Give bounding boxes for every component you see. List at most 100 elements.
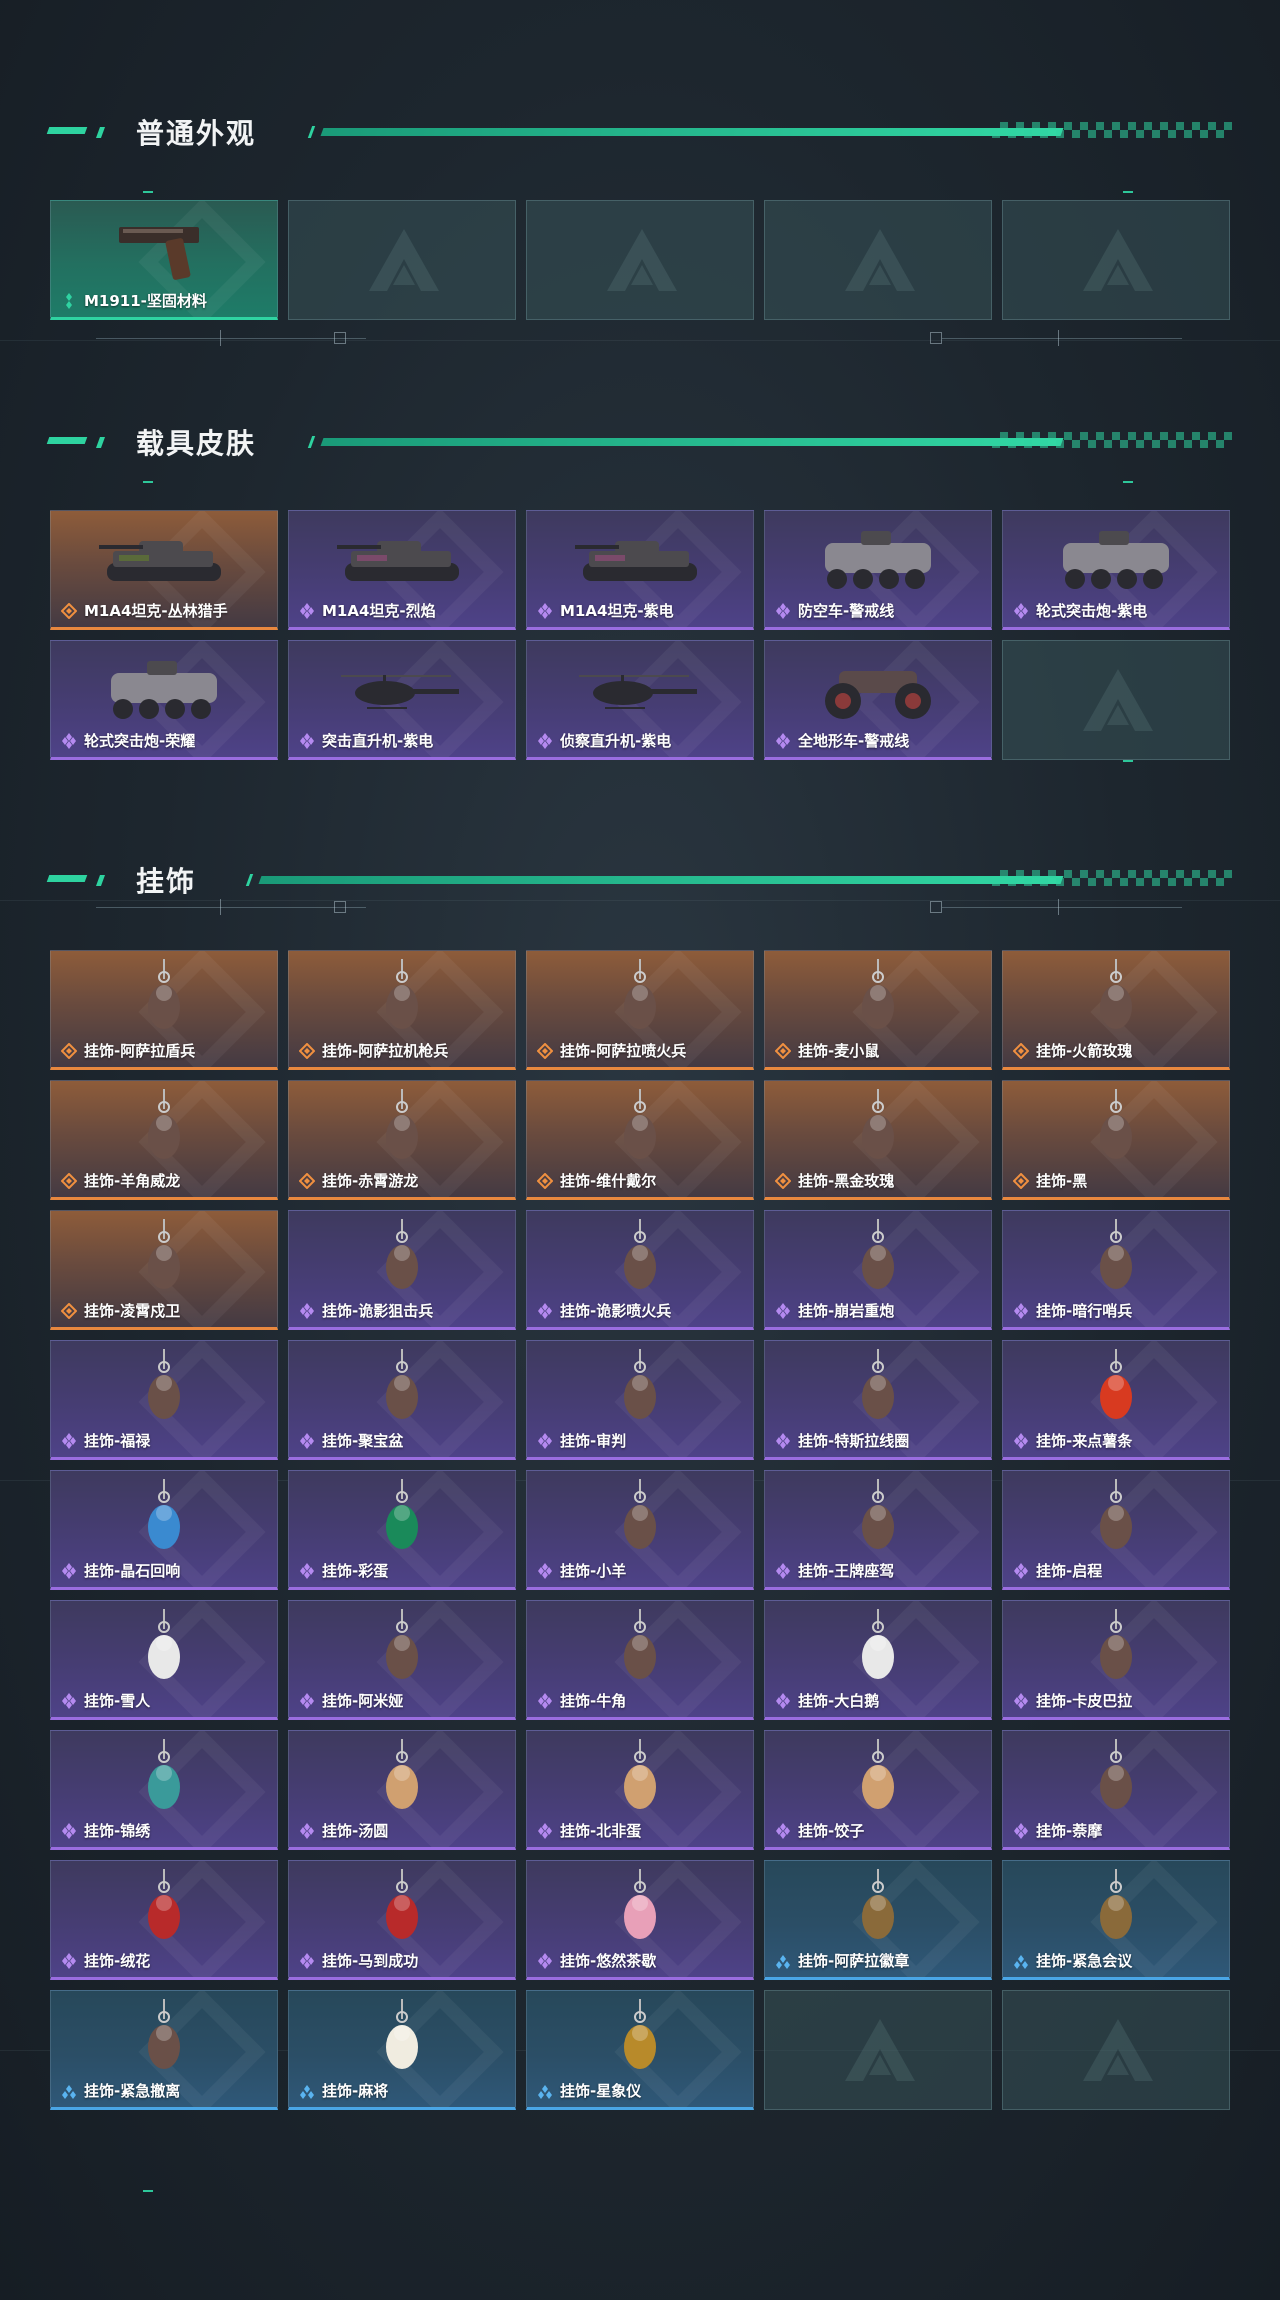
item-card[interactable]: 挂饰-王牌座驾 [764,1470,992,1590]
divider-line [96,338,366,339]
figure-charm-icon [386,1089,418,1159]
item-card[interactable]: 挂饰-马到成功 [288,1860,516,1980]
placeholder-logo-icon [369,229,439,291]
butterfly-charm-icon [148,1739,180,1809]
pistol-icon [119,227,199,280]
item-name: 轮式突击炮-紫电 [1036,602,1148,620]
item-name: 挂饰-麦小鼠 [798,1042,880,1060]
item-card[interactable]: 挂饰-诡影喷火兵 [526,1210,754,1330]
item-card[interactable]: 挂饰-悠然茶歇 [526,1860,754,1980]
item-name: 挂饰-牛角 [560,1692,627,1710]
item-card[interactable]: 挂饰-黑 [1002,1080,1230,1200]
item-card[interactable]: 挂饰-启程 [1002,1470,1230,1590]
rarity-legendary-icon [61,1043,77,1059]
item-card[interactable]: 挂饰-阿萨拉机枪兵 [288,950,516,1070]
fries-charm-icon [1100,1349,1132,1419]
item-name: 挂饰-凌霄戍卫 [84,1302,181,1320]
header-accent-tick [245,874,254,886]
item-name: 挂饰-紧急撤离 [84,2082,181,2100]
item-card[interactable]: 挂饰-审判 [526,1340,754,1460]
item-card[interactable]: 挂饰-福禄 [50,1340,278,1460]
item-card[interactable]: 挂饰-卡皮巴拉 [1002,1600,1230,1720]
item-card[interactable]: 侦察直升机-紫电 [526,640,754,760]
item-card[interactable]: 轮式突击炮-紫电 [1002,510,1230,630]
item-name: 挂饰-饺子 [798,1822,865,1840]
item-card[interactable]: 轮式突击炮-荣耀 [50,640,278,760]
badge-charm-icon [862,1869,894,1939]
empty-item-slot [764,1990,992,2110]
section-title: 挂饰 [136,865,197,898]
item-card[interactable]: 挂饰-晶石回响 [50,1470,278,1590]
item-card[interactable]: 防空车-警戒线 [764,510,992,630]
item-card[interactable]: 挂饰-大白鹅 [764,1600,992,1720]
divider-square [334,332,346,344]
item-card[interactable]: 挂饰-凌霄戍卫 [50,1210,278,1330]
item-card[interactable]: 挂饰-阿米娅 [288,1600,516,1720]
rarity-epic-icon [538,1823,552,1839]
item-name: 防空车-警戒线 [798,602,895,620]
tag-charm-icon [1100,1089,1132,1159]
item-name: 侦察直升机-紫电 [560,732,672,750]
item-card[interactable]: 挂饰-羊角威龙 [50,1080,278,1200]
item-card[interactable]: 挂饰-彩蛋 [288,1470,516,1590]
item-name: 挂饰-聚宝盆 [322,1432,404,1450]
item-card[interactable]: 挂饰-诡影狙击兵 [288,1210,516,1330]
item-card[interactable]: 挂饰-雪人 [50,1600,278,1720]
plane-charm-icon [862,1479,894,1549]
rarity-legendary-icon [537,1043,553,1059]
item-card[interactable]: 挂饰-汤圆 [288,1730,516,1850]
item-card[interactable]: 挂饰-萘摩 [1002,1730,1230,1850]
item-card[interactable]: 挂饰-特斯拉线圈 [764,1340,992,1460]
item-card[interactable]: 挂饰-维什戴尔 [526,1080,754,1200]
rarity-legendary-icon [61,1303,77,1319]
item-card[interactable]: M1911-坚固材料 [50,200,278,320]
item-card[interactable]: 挂饰-阿萨拉徽章 [764,1860,992,1980]
item-card[interactable]: 挂饰-牛角 [526,1600,754,1720]
header-accent-dash [95,127,106,138]
item-name: 挂饰-萘摩 [1036,1822,1103,1840]
rarity-epic-icon [300,603,314,619]
tank-icon [337,541,459,581]
item-card[interactable]: 挂饰-紧急撤离 [50,1990,278,2110]
item-card[interactable]: 挂饰-赤霄游龙 [288,1080,516,1200]
rarity-rare-icon [300,2085,314,2099]
item-card[interactable]: 挂饰-麦小鼠 [764,950,992,1070]
item-card[interactable]: 挂饰-麻将 [288,1990,516,2110]
item-card[interactable]: 突击直升机-紫电 [288,640,516,760]
header-accent-tick [307,436,316,448]
item-card[interactable]: 挂饰-黑金玫瑰 [764,1080,992,1200]
item-card[interactable]: 挂饰-小羊 [526,1470,754,1590]
item-name: 挂饰-审判 [560,1432,627,1450]
rarity-rare-icon [776,1955,790,1969]
rarity-epic-icon [538,1303,552,1319]
item-card[interactable]: M1A4坦克-紫电 [526,510,754,630]
rarity-epic-icon [1014,1693,1028,1709]
item-card[interactable]: 挂饰-火箭玫瑰 [1002,950,1230,1070]
rose-charm-icon [862,1089,894,1159]
item-card[interactable]: 挂饰-紧急会议 [1002,1860,1230,1980]
rarity-legendary-icon [775,1173,791,1189]
item-card[interactable]: 挂饰-暗行哨兵 [1002,1210,1230,1330]
tag-charm-icon [148,1999,180,2069]
rarity-epic-icon [776,1823,790,1839]
item-card[interactable]: 挂饰-聚宝盆 [288,1340,516,1460]
rarity-epic-icon [300,1563,314,1579]
item-name: 挂饰-阿萨拉机枪兵 [322,1042,449,1060]
item-card[interactable]: M1A4坦克-丛林猎手 [50,510,278,630]
item-card[interactable]: 挂饰-饺子 [764,1730,992,1850]
item-card[interactable]: 挂饰-绒花 [50,1860,278,1980]
item-name: 挂饰-王牌座驾 [798,1562,895,1580]
item-card[interactable]: 挂饰-锦绣 [50,1730,278,1850]
item-name: 挂饰-紧急会议 [1036,1952,1133,1970]
item-card[interactable]: 挂饰-北非蛋 [526,1730,754,1850]
item-card[interactable]: 挂饰-阿萨拉喷火兵 [526,950,754,1070]
item-card[interactable]: 挂饰-星象仪 [526,1990,754,2110]
header-accent-dash [95,875,106,886]
item-name: M1911-坚固材料 [84,292,207,310]
item-card[interactable]: 挂饰-来点薯条 [1002,1340,1230,1460]
item-card[interactable]: 挂饰-阿萨拉盾兵 [50,950,278,1070]
empty-item-slot [1002,200,1230,320]
item-card[interactable]: 全地形车-警戒线 [764,640,992,760]
item-card[interactable]: M1A4坦克-烈焰 [288,510,516,630]
item-card[interactable]: 挂饰-崩岩重炮 [764,1210,992,1330]
